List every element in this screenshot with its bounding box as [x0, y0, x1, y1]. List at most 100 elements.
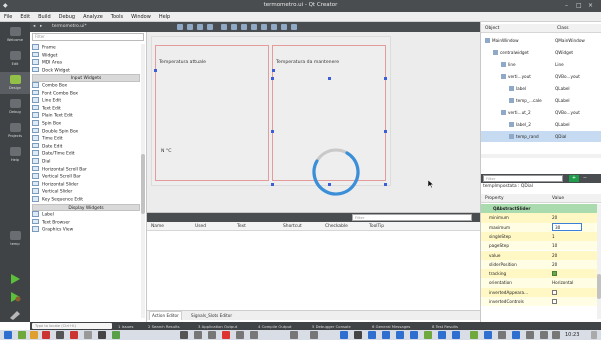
target-temperature-label[interactable]: Temperatura da mantenere: [276, 60, 339, 65]
widget-item[interactable]: MDI Area: [32, 59, 140, 67]
volume-icon[interactable]: [526, 331, 534, 339]
layout-splitter-h-icon[interactable]: [241, 24, 247, 30]
tray-app-icon[interactable]: [438, 331, 446, 339]
widget-item[interactable]: Date Edit: [32, 142, 140, 151]
object-tree-row[interactable]: verti...yout QVBo...yout: [481, 71, 601, 82]
property-row-value[interactable]: value 20: [481, 250, 601, 260]
selection-handle[interactable]: [384, 183, 387, 186]
mode-projects[interactable]: Projects: [0, 120, 30, 142]
property-row-pagestep[interactable]: pageStep 10: [481, 241, 601, 251]
widget-item[interactable]: Text Browser: [32, 218, 140, 227]
tray-app-icon[interactable]: [368, 331, 376, 339]
debug-run-icon[interactable]: [8, 292, 22, 302]
mode-edit[interactable]: Edit: [0, 48, 30, 70]
widget-item[interactable]: Horizontal Scroll Bar: [32, 165, 140, 174]
action-filter-input[interactable]: Filter: [352, 214, 472, 221]
tab-signals-slots-editor[interactable]: Signals_Slots Editor: [189, 313, 234, 318]
widget-item[interactable]: Line Edit: [32, 97, 140, 105]
object-inspector-hscroll[interactable]: [481, 154, 601, 158]
edit-widgets-icon[interactable]: [177, 24, 183, 30]
column-value[interactable]: Value: [552, 196, 564, 201]
tab-action-editor[interactable]: Action Editor: [149, 311, 182, 320]
main-window-form[interactable]: Temperatura attuale N °C Temperatura da …: [151, 36, 391, 196]
column-object[interactable]: Object: [485, 26, 499, 31]
menu-file[interactable]: File: [0, 12, 16, 20]
layout-splitter-v-icon[interactable]: [251, 24, 257, 30]
temperature-value-label[interactable]: N °C: [161, 149, 171, 154]
menu-tools[interactable]: Tools: [107, 12, 127, 20]
selection-handle[interactable]: [328, 77, 331, 80]
kit-selector[interactable]: temp: [0, 228, 30, 250]
tray-app-icon[interactable]: [310, 331, 318, 339]
tray-app-icon[interactable]: [512, 331, 520, 339]
widget-item[interactable]: Horizontal Slider: [32, 180, 140, 189]
tray-app-icon[interactable]: [452, 331, 460, 339]
current-temperature-label[interactable]: Temperatura attuale: [159, 60, 206, 65]
widget-item[interactable]: Combo Box: [32, 82, 140, 90]
tray-app-icon[interactable]: [484, 331, 492, 339]
property-row-tracking[interactable]: tracking: [481, 269, 601, 279]
layout-grid-icon[interactable]: [261, 24, 267, 30]
app-icon-red[interactable]: [70, 331, 78, 339]
locator-input[interactable]: Type to locate (Ctrl+K): [32, 323, 112, 329]
widget-item[interactable]: Vertical Slider: [32, 188, 140, 196]
browser-icon[interactable]: [42, 331, 50, 339]
taskbar-clock[interactable]: 10:23: [565, 332, 579, 338]
add-dynamic-property-button[interactable]: +: [569, 175, 579, 182]
column-checkable[interactable]: Checkable: [325, 224, 348, 229]
property-filter-input[interactable]: Filter: [483, 175, 563, 182]
tray-app-icon[interactable]: [194, 331, 202, 339]
remove-dynamic-property-button[interactable]: −: [581, 175, 589, 182]
column-used[interactable]: Used: [195, 224, 206, 229]
widget-item[interactable]: Date/Time Edit: [32, 150, 140, 158]
column-text[interactable]: Text: [237, 224, 246, 229]
object-tree-row[interactable]: label QLabel: [481, 83, 601, 94]
tray-app-icon[interactable]: [424, 331, 432, 339]
terminal-icon[interactable]: [56, 331, 64, 339]
property-row-singlestep[interactable]: singleStep 1: [481, 231, 601, 242]
selection-handle[interactable]: [271, 130, 274, 133]
temperature-dial[interactable]: [308, 144, 364, 200]
selection-handle[interactable]: [271, 183, 274, 186]
object-tree-row[interactable]: centralwidget QWidget: [481, 47, 601, 58]
menu-analyze[interactable]: Analyze: [79, 12, 107, 20]
pane-compile-output[interactable]: 4 Compile Output: [258, 324, 292, 329]
widget-item[interactable]: Time Edit: [32, 135, 140, 143]
tray-app-icon[interactable]: [222, 331, 230, 339]
object-tree-row[interactable]: verti...ut_2 QVBo...yout: [481, 107, 601, 118]
pane-issues[interactable]: 1 Issues: [118, 324, 133, 329]
widget-item[interactable]: Frame: [32, 44, 140, 52]
mode-design[interactable]: Design: [0, 72, 30, 94]
tray-app-icon[interactable]: [208, 331, 216, 339]
menu-help[interactable]: Help: [155, 12, 174, 20]
mode-debug[interactable]: Debug: [0, 96, 30, 118]
widget-item[interactable]: Dock Widget: [32, 66, 140, 75]
mode-welcome[interactable]: Welcome: [0, 24, 30, 46]
column-name[interactable]: Name: [151, 224, 164, 229]
property-row-minimum[interactable]: minimum 20: [481, 213, 601, 223]
column-property[interactable]: Property: [485, 196, 504, 201]
object-tree-row[interactable]: temp_rand QDial: [481, 131, 601, 142]
property-checkbox[interactable]: [552, 271, 557, 277]
tray-app-icon[interactable]: [180, 331, 188, 339]
start-menu-icon[interactable]: [4, 331, 12, 339]
column-shortcut[interactable]: Shortcut: [283, 224, 302, 229]
object-tree-row[interactable]: label_2 QLabel: [481, 119, 601, 130]
layout-vertical-icon[interactable]: [231, 24, 237, 30]
file-manager-icon[interactable]: [18, 331, 26, 339]
pane-test-results[interactable]: 8 Test Results: [432, 324, 458, 329]
layout-horizontal-icon[interactable]: [221, 24, 227, 30]
widget-item[interactable]: Vertical Scroll Bar: [32, 173, 140, 181]
folder-icon[interactable]: [30, 331, 38, 339]
notifications-icon[interactable]: [591, 331, 597, 339]
break-layout-icon[interactable]: [281, 24, 287, 30]
back-icon[interactable]: ◂: [33, 24, 35, 29]
property-row-orientation[interactable]: orientation Horizontal: [481, 278, 601, 288]
tray-app-icon[interactable]: [340, 331, 348, 339]
widget-item[interactable]: Double Spin Box: [32, 127, 140, 136]
network-icon[interactable]: [540, 331, 548, 339]
edit-tab-order-icon[interactable]: [207, 24, 213, 30]
battery-icon[interactable]: [552, 331, 560, 339]
selection-handle[interactable]: [384, 77, 387, 80]
selection-handle[interactable]: [154, 69, 157, 72]
